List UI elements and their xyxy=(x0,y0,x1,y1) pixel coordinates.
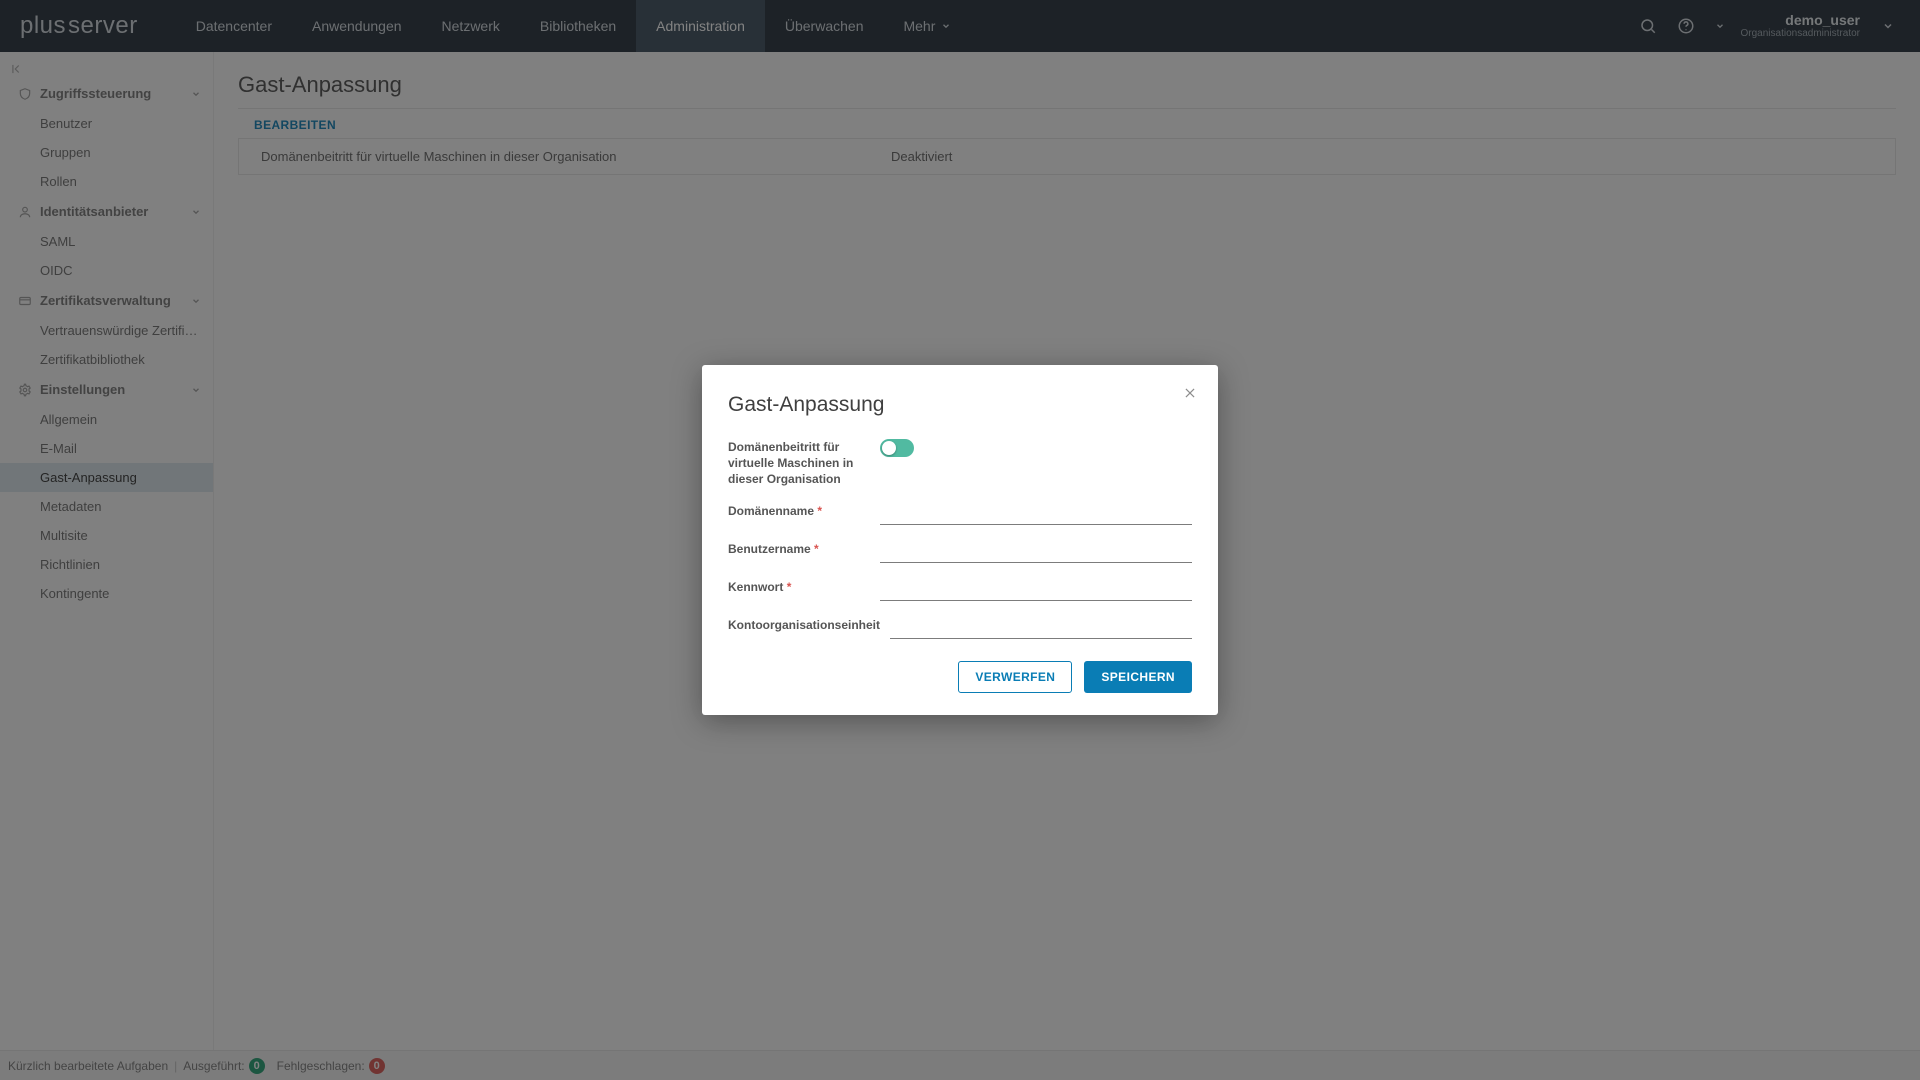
account-ou-input[interactable] xyxy=(890,617,1192,639)
username-input[interactable] xyxy=(880,541,1192,563)
domain-name-input[interactable] xyxy=(880,503,1192,525)
domain-join-toggle-label: Domänenbeitritt für virtuelle Maschinen … xyxy=(728,439,880,488)
domain-name-label: Domänenname xyxy=(728,504,814,518)
password-input[interactable] xyxy=(880,579,1192,601)
domain-join-toggle[interactable] xyxy=(880,439,914,457)
guest-customization-dialog: Gast-Anpassung Domänenbeitritt für virtu… xyxy=(702,365,1218,716)
required-indicator: * xyxy=(817,504,822,518)
close-icon[interactable] xyxy=(1180,383,1200,403)
username-label: Benutzername xyxy=(728,542,811,556)
modal-overlay[interactable]: Gast-Anpassung Domänenbeitritt für virtu… xyxy=(0,0,1920,1080)
dialog-title: Gast-Anpassung xyxy=(728,393,1192,417)
save-button[interactable]: SPEICHERN xyxy=(1084,661,1192,693)
password-label: Kennwort xyxy=(728,580,783,594)
discard-button[interactable]: VERWERFEN xyxy=(958,661,1072,693)
required-indicator: * xyxy=(814,542,819,556)
account-ou-label: Kontoorganisationseinheit xyxy=(728,618,880,632)
required-indicator: * xyxy=(787,580,792,594)
